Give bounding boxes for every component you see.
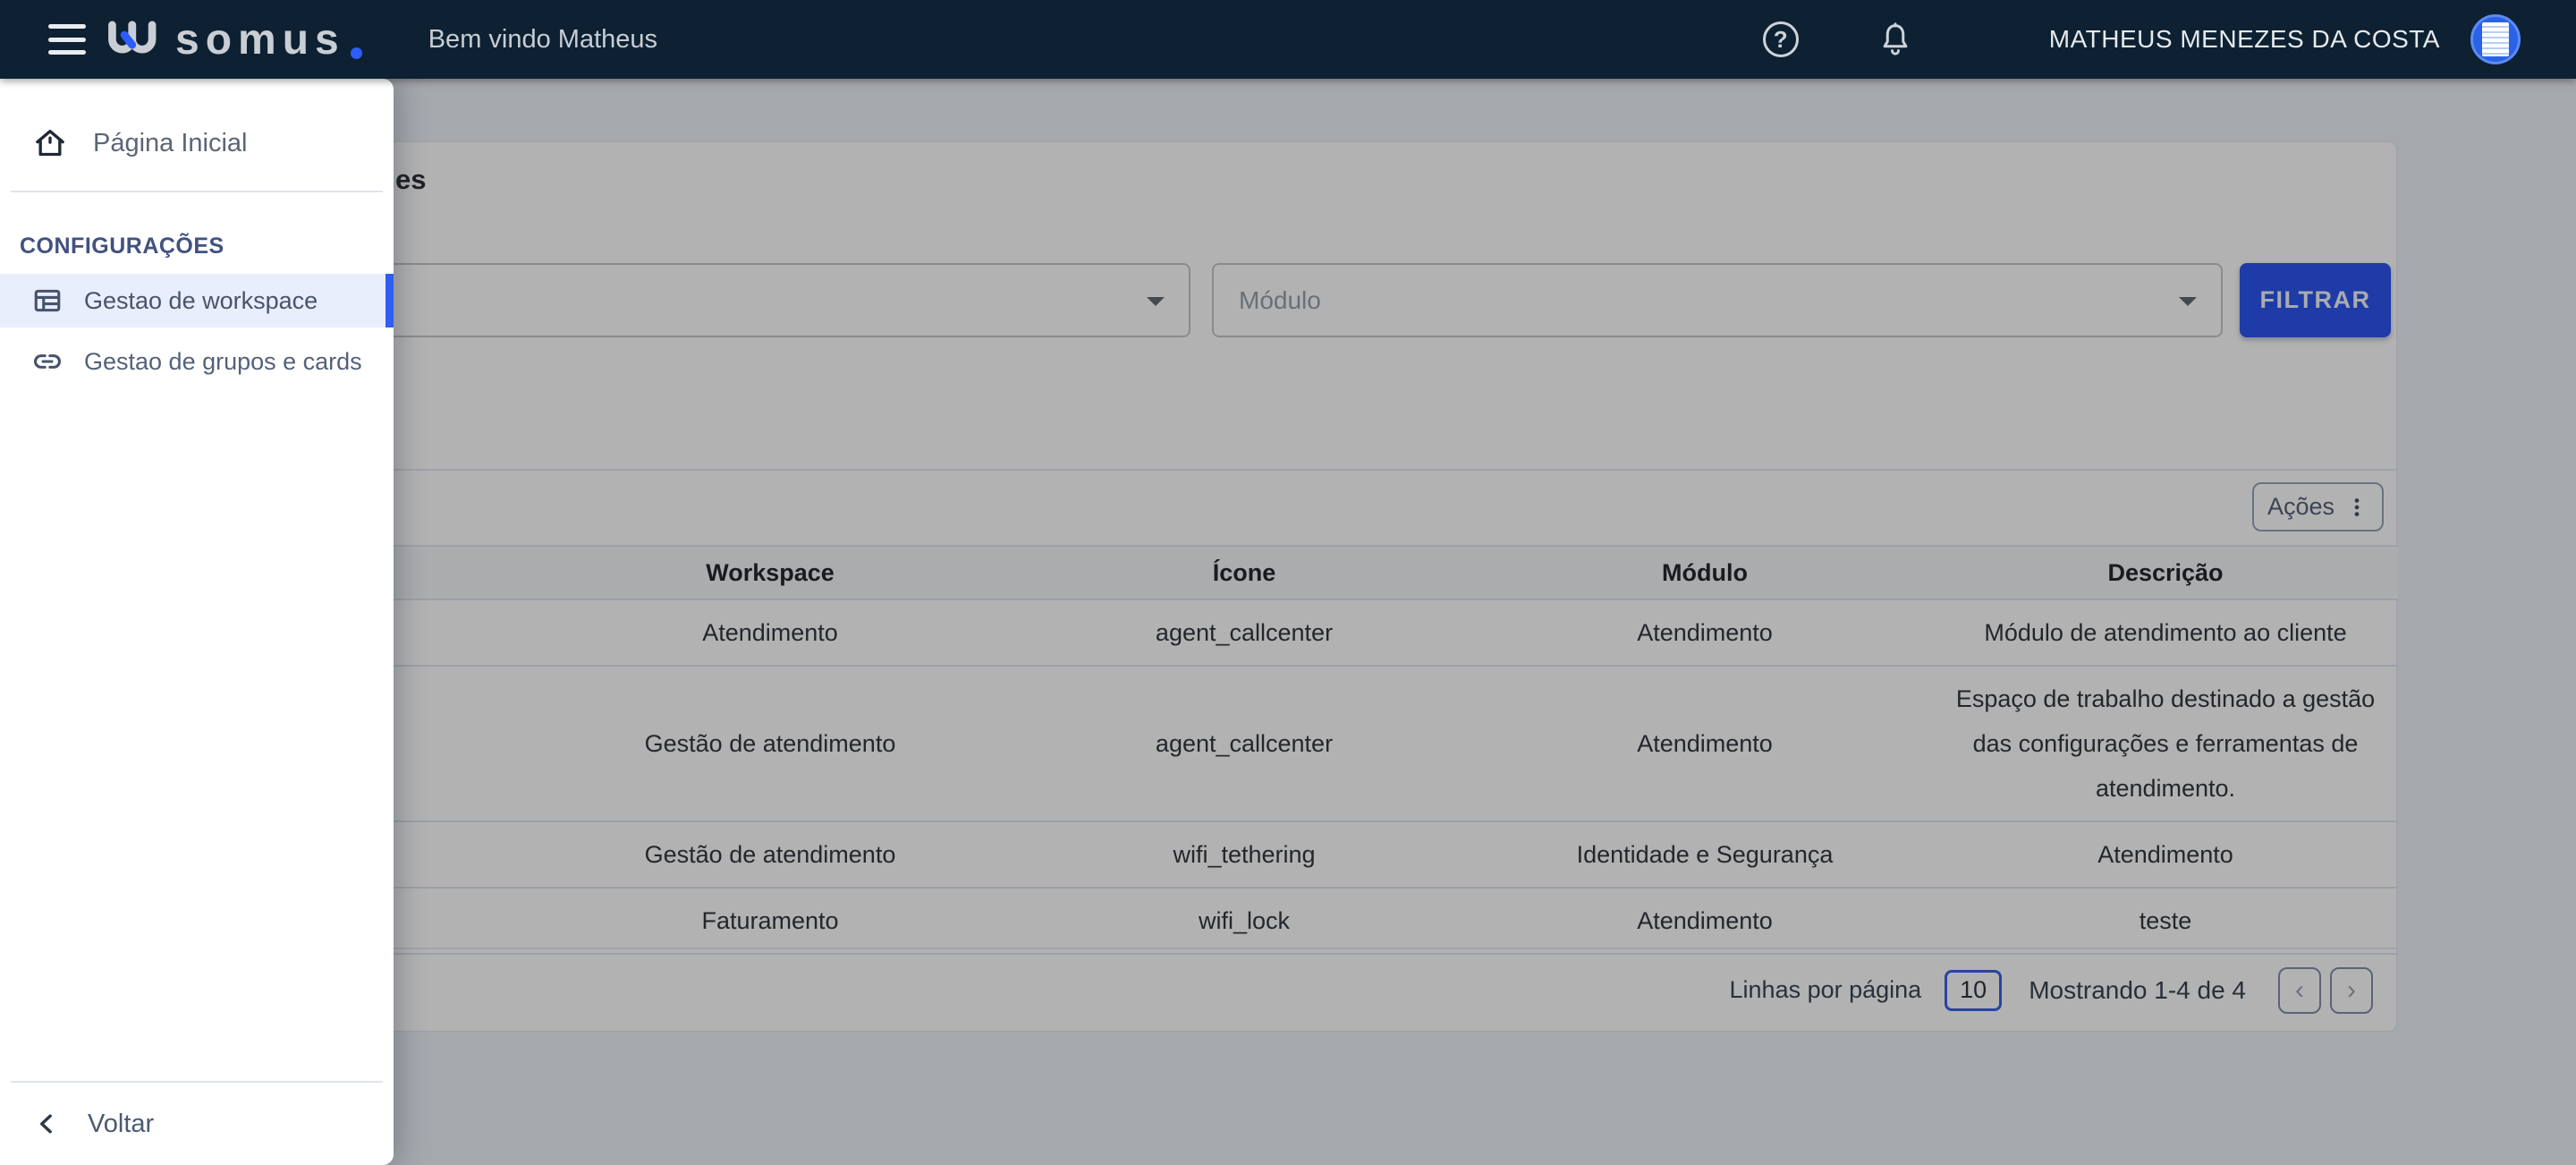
avatar-image — [2482, 22, 2509, 56]
menu-icon[interactable] — [48, 24, 86, 55]
help-icon[interactable]: ? — [1761, 20, 1801, 59]
sidebar-item-voltar[interactable]: Voltar — [0, 1083, 394, 1165]
sidebar-item-gestao-de-workspace[interactable]: Gestao de workspace — [0, 274, 394, 327]
sidebar-item-label: Gestao de grupos e cards — [84, 348, 362, 376]
sidebar-bottom: Voltar — [0, 1071, 394, 1165]
screen: somus Bem vindo Matheus ? MATHEUS MENEZE… — [0, 0, 2576, 1165]
sidebar-item-label: Voltar — [88, 1110, 154, 1139]
welcome-text: Bem vindo Matheus — [428, 25, 657, 55]
sidebar-item-label: Página Inicial — [93, 129, 248, 158]
topbar-right: ? MATHEUS MENEZES DA COSTA — [1761, 14, 2521, 64]
avatar[interactable] — [2470, 14, 2521, 64]
sidebar-divider — [11, 191, 383, 192]
sidebar-item-gestao-de-grupos-e-cards[interactable]: Gestao de grupos e cards — [0, 335, 394, 388]
navigation-drawer: Página Inicial CONFIGURAÇÕES Gestao de w… — [0, 79, 394, 1165]
somus-logo: somus — [106, 17, 362, 62]
sidebar-item-pagina-inicial[interactable]: Página Inicial — [0, 106, 394, 181]
home-icon — [32, 125, 68, 161]
chevron-left-icon — [34, 1110, 61, 1137]
notifications-bell-icon[interactable] — [1876, 20, 1915, 59]
topbar: somus Bem vindo Matheus ? MATHEUS MENEZE… — [0, 0, 2576, 79]
logo-dot — [351, 47, 362, 59]
sidebar-item-label: Gestao de workspace — [84, 287, 318, 315]
sidebar-section-title: CONFIGURAÇÕES — [20, 234, 394, 259]
user-name[interactable]: MATHEUS MENEZES DA COSTA — [2049, 25, 2440, 54]
workspace-table-icon — [32, 285, 63, 316]
logo-text: somus — [175, 19, 345, 62]
somus-logo-mark — [106, 17, 161, 62]
link-icon — [32, 346, 63, 377]
